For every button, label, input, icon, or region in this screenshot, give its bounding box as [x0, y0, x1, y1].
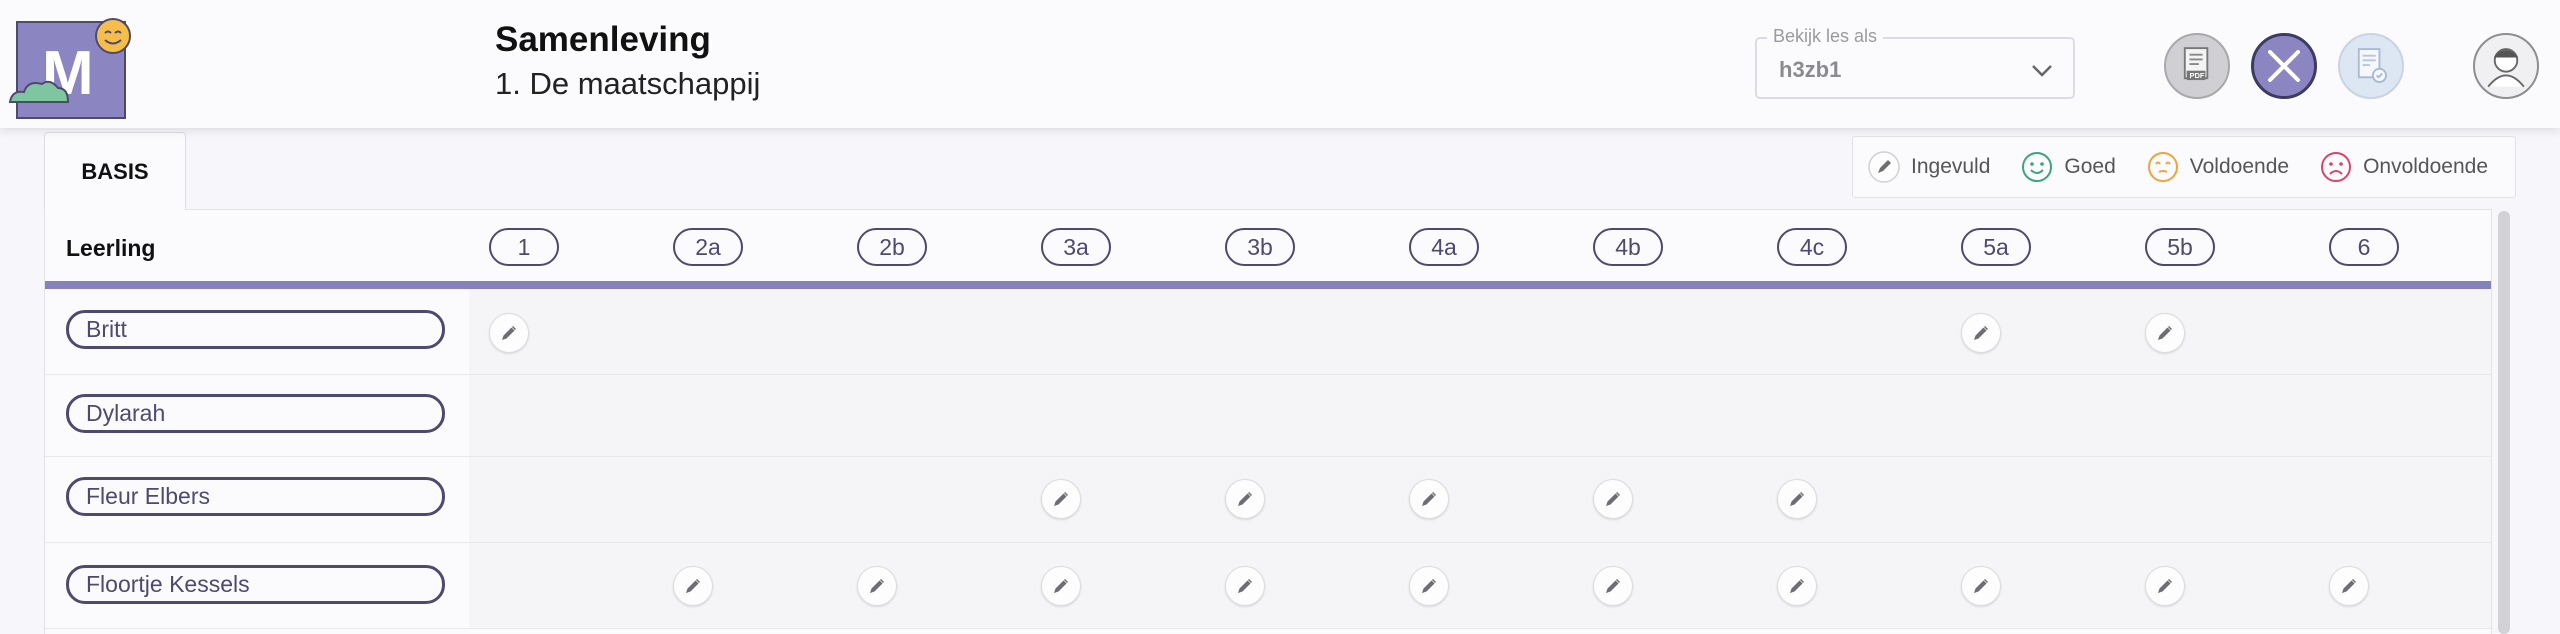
pencil-icon[interactable] — [1961, 313, 2001, 353]
row-cells — [469, 457, 2491, 542]
score-legend: Ingevuld Goed Voldoende Onvoldoende — [1852, 136, 2516, 198]
student-name[interactable]: Floortje Kessels — [66, 565, 445, 604]
smiley-happy-icon — [2022, 152, 2053, 182]
vertical-scrollbar[interactable] — [2498, 211, 2510, 634]
pencil-icon[interactable] — [1225, 566, 1265, 606]
view-as-select[interactable]: Bekijk les als h3zb1 — [1755, 26, 2075, 99]
header-divider — [45, 281, 2491, 289]
column-header[interactable]: 2b — [857, 228, 927, 266]
app-header: M Samenleving 1. De maatschappij Bekijk … — [0, 0, 2560, 128]
pencil-icon[interactable] — [2145, 566, 2185, 606]
student-name[interactable]: Dylarah — [66, 394, 445, 433]
legend-label: Voldoende — [2189, 155, 2290, 178]
view-as-value: h3zb1 — [1779, 57, 1842, 82]
user-avatar[interactable] — [2473, 33, 2539, 99]
legend-item-ingevuld: Ingevuld — [1867, 150, 1990, 184]
column-header[interactable]: 4a — [1409, 228, 1479, 266]
legend-item-voldoende: Voldoende — [2146, 150, 2289, 184]
column-header[interactable]: 4c — [1777, 228, 1847, 266]
pencil-icon[interactable] — [2329, 566, 2369, 606]
pencil-icon[interactable] — [1041, 566, 1081, 606]
svg-text:PDF: PDF — [2189, 71, 2204, 80]
user-avatar-icon — [2487, 48, 2525, 88]
pencil-icon[interactable] — [489, 313, 529, 353]
pencil-icon[interactable] — [1409, 566, 1449, 606]
column-header[interactable]: 1 — [489, 228, 559, 266]
close-icon — [2268, 50, 2300, 82]
table-row: Dylarah — [45, 375, 2491, 457]
row-cells — [469, 289, 2491, 374]
pencil-icon[interactable] — [1961, 566, 2001, 606]
smiley-neutral-icon — [2147, 152, 2178, 182]
report-button[interactable] — [2338, 33, 2404, 99]
app-logo[interactable]: M — [8, 14, 133, 120]
pencil-icon[interactable] — [1593, 479, 1633, 519]
student-name[interactable]: Fleur Elbers — [66, 477, 445, 516]
student-name[interactable]: Britt — [66, 310, 445, 349]
pencil-icon[interactable] — [2145, 313, 2185, 353]
legend-item-goed: Goed — [2020, 150, 2116, 184]
column-header[interactable]: 5b — [2145, 228, 2215, 266]
column-header[interactable]: 6 — [2329, 228, 2399, 266]
chevron-down-icon — [2032, 65, 2052, 77]
pencil-icon[interactable] — [1777, 479, 1817, 519]
pencil-icon[interactable] — [673, 566, 713, 606]
legend-item-onvoldoende: Onvoldoende — [2319, 150, 2488, 184]
row-cells — [469, 375, 2491, 456]
pencil-icon[interactable] — [1041, 479, 1081, 519]
student-column-header: Leerling — [66, 235, 156, 261]
pencil-icon[interactable] — [1409, 479, 1449, 519]
column-header[interactable]: 2a — [673, 228, 743, 266]
table-row: Britt — [45, 289, 2491, 375]
pdf-button[interactable]: PDF — [2164, 33, 2230, 99]
pencil-icon[interactable] — [1593, 566, 1633, 606]
row-cells — [469, 543, 2491, 628]
report-document-icon — [2357, 48, 2387, 83]
pdf-document-icon: PDF — [2183, 47, 2209, 80]
legend-label: Onvoldoende — [2363, 155, 2488, 178]
close-button[interactable] — [2251, 33, 2317, 99]
smiley-sad-icon — [2321, 152, 2352, 182]
pencil-icon — [1868, 151, 1900, 183]
pencil-icon[interactable] — [1777, 566, 1817, 606]
page-subtitle: 1. De maatschappij — [495, 66, 761, 101]
legend-label: Ingevuld — [1911, 155, 1991, 178]
column-header[interactable]: 5a — [1961, 228, 2031, 266]
tab-basis[interactable]: BASIS — [44, 132, 186, 210]
pencil-icon[interactable] — [1225, 479, 1265, 519]
legend-label: Goed — [2064, 155, 2116, 178]
table-row: Fleur Elbers — [45, 457, 2491, 543]
table-row: Floortje Kessels — [45, 543, 2491, 629]
column-header[interactable]: 3a — [1041, 228, 1111, 266]
page-title: Samenleving — [495, 20, 711, 59]
column-header[interactable]: 4b — [1593, 228, 1663, 266]
column-header[interactable]: 3b — [1225, 228, 1295, 266]
view-as-label: Bekijk les als — [1767, 26, 1884, 47]
pencil-icon[interactable] — [857, 566, 897, 606]
